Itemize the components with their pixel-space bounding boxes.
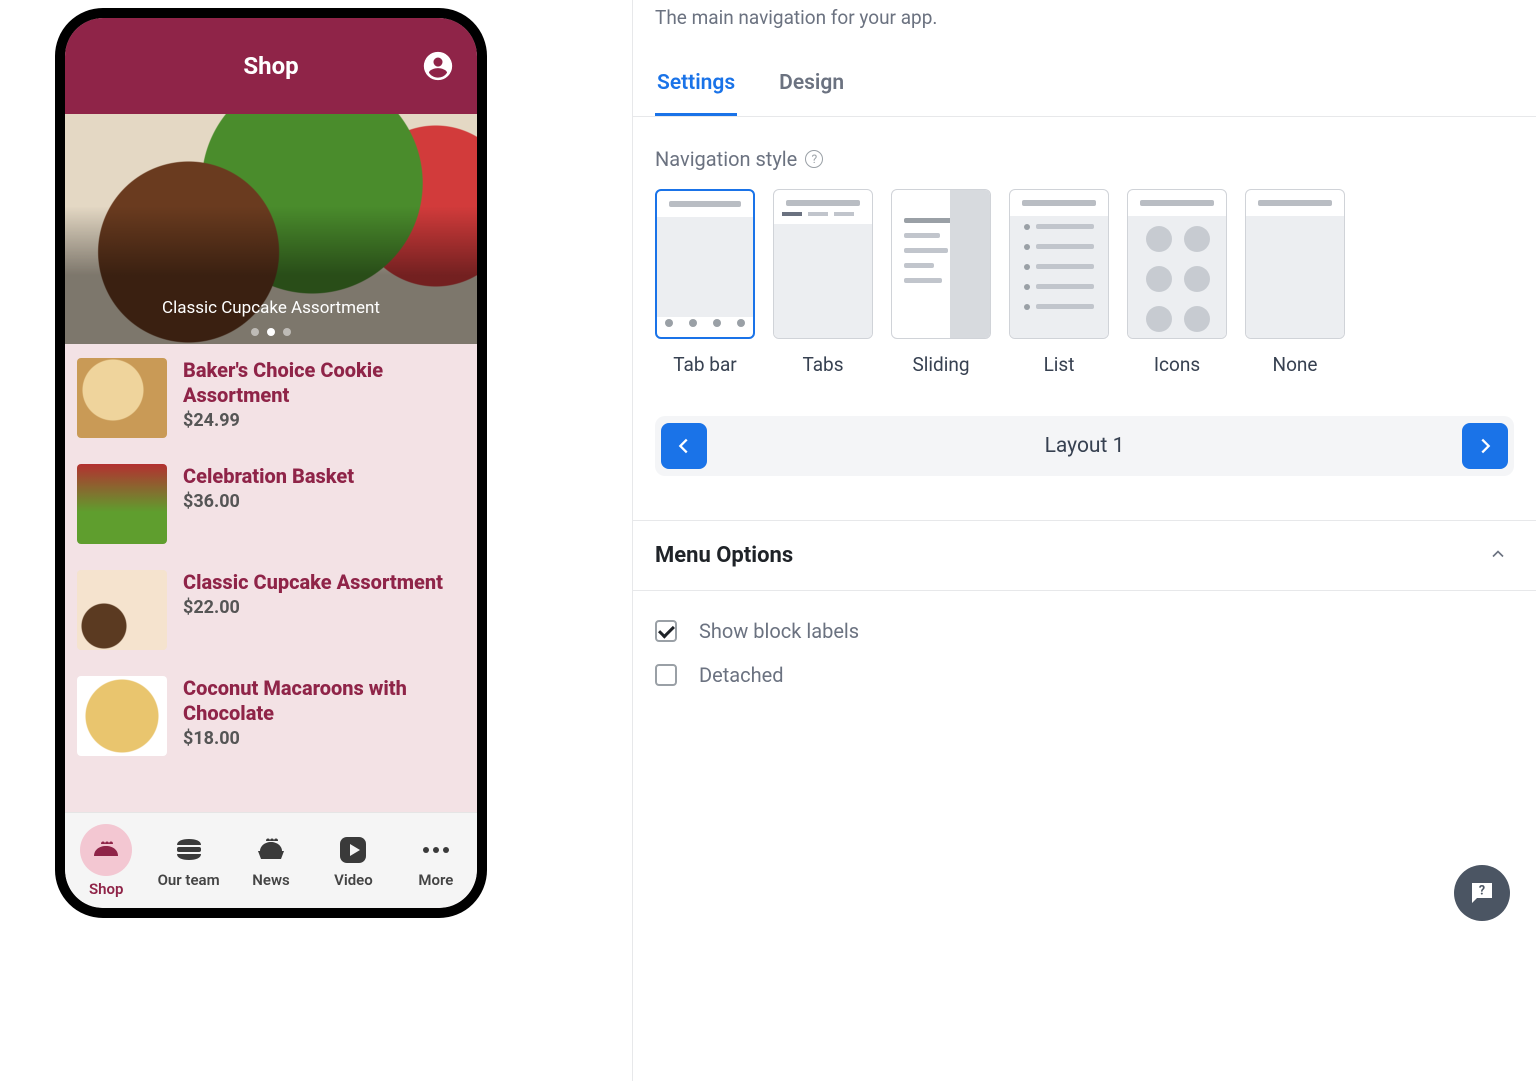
dots-icon <box>413 833 459 867</box>
layout-next-button[interactable] <box>1462 423 1508 469</box>
nav-style-options: Tab bar Tabs <box>633 175 1536 376</box>
nav-style-icons[interactable]: Icons <box>1127 189 1227 376</box>
nav-style-thumb <box>1009 189 1109 339</box>
pie-icon <box>248 833 294 867</box>
carousel-dots <box>65 328 477 336</box>
nav-style-label: Tabs <box>802 353 843 376</box>
nav-style-thumb <box>891 189 991 339</box>
settings-panel: The main navigation for your app. Settin… <box>632 0 1536 1081</box>
phone-preview-frame: Shop Classic Cupcake Assortment Baker's <box>55 8 487 918</box>
nav-style-tabs[interactable]: Tabs <box>773 189 873 376</box>
panel-tabs: Settings Design <box>633 61 1536 117</box>
nav-style-sliding[interactable]: Sliding <box>891 189 991 376</box>
hero-caption: Classic Cupcake Assortment <box>65 298 477 318</box>
product-item[interactable]: Coconut Macaroons with Chocolate $18.00 <box>77 676 465 756</box>
nav-style-label-text: Navigation style <box>655 147 797 171</box>
profile-icon[interactable] <box>421 49 455 83</box>
product-name: Coconut Macaroons with Chocolate <box>183 676 465 726</box>
nav-style-label: Sliding <box>912 353 969 376</box>
layout-selector: Layout 1 <box>655 416 1514 476</box>
app-header: Shop <box>65 18 477 114</box>
nav-style-thumb <box>655 189 755 339</box>
nav-style-thumb <box>1245 189 1345 339</box>
tab-label: Shop <box>89 880 123 898</box>
menu-options-body: Show block labels Detached <box>633 591 1536 715</box>
panel-description: The main navigation for your app. <box>633 0 1536 29</box>
help-icon[interactable]: ? <box>805 150 823 168</box>
tab-design[interactable]: Design <box>777 61 846 116</box>
nav-style-tab-bar[interactable]: Tab bar <box>655 189 755 376</box>
tab-video[interactable]: Video <box>312 813 394 908</box>
product-item[interactable]: Baker's Choice Cookie Assortment $24.99 <box>77 358 465 438</box>
option-detached[interactable]: Detached <box>655 663 1514 687</box>
preview-tabbar: Shop Our team News <box>65 812 477 908</box>
nav-style-label: List <box>1044 353 1075 376</box>
product-price: $24.99 <box>183 410 465 431</box>
product-item[interactable]: Celebration Basket $36.00 <box>77 464 465 544</box>
tab-our-team[interactable]: Our team <box>147 813 229 908</box>
carousel-dot[interactable] <box>251 328 259 336</box>
nav-style-none[interactable]: None <box>1245 189 1345 376</box>
carousel-dot[interactable] <box>283 328 291 336</box>
nav-style-thumb <box>1127 189 1227 339</box>
nav-style-label: Tab bar <box>673 353 736 376</box>
product-thumb <box>77 570 167 650</box>
nav-style-label: None <box>1273 353 1318 376</box>
tab-shop[interactable]: Shop <box>65 813 147 908</box>
help-chat-button[interactable]: ? <box>1454 865 1510 921</box>
product-thumb <box>77 358 167 438</box>
checkbox-unchecked-icon[interactable] <box>655 664 677 686</box>
checkbox-checked-icon[interactable] <box>655 620 677 642</box>
nav-style-thumb <box>773 189 873 339</box>
product-name: Classic Cupcake Assortment <box>183 570 443 595</box>
product-name: Baker's Choice Cookie Assortment <box>183 358 465 408</box>
option-label: Show block labels <box>699 619 859 643</box>
tab-settings[interactable]: Settings <box>655 61 737 116</box>
product-price: $36.00 <box>183 491 354 512</box>
product-name: Celebration Basket <box>183 464 354 489</box>
dish-icon <box>83 833 129 867</box>
nav-style-label: Navigation style ? <box>633 117 1536 175</box>
nav-style-list[interactable]: List <box>1009 189 1109 376</box>
product-price: $22.00 <box>183 597 443 618</box>
svg-text:?: ? <box>1479 883 1485 898</box>
product-thumb <box>77 676 167 756</box>
product-list[interactable]: Baker's Choice Cookie Assortment $24.99 … <box>65 344 477 812</box>
tab-label: News <box>252 871 289 889</box>
option-label: Detached <box>699 663 784 687</box>
burger-icon <box>166 833 212 867</box>
tab-news[interactable]: News <box>230 813 312 908</box>
product-price: $18.00 <box>183 728 465 749</box>
carousel-dot-active[interactable] <box>267 328 275 336</box>
layout-prev-button[interactable] <box>661 423 707 469</box>
tab-label: Our team <box>158 871 220 889</box>
layout-label: Layout 1 <box>1045 434 1125 458</box>
hero-carousel[interactable]: Classic Cupcake Assortment <box>65 114 477 344</box>
option-show-block-labels[interactable]: Show block labels <box>655 619 1514 643</box>
phone-screen: Shop Classic Cupcake Assortment Baker's <box>65 18 477 908</box>
tab-label: Video <box>334 871 373 889</box>
product-item[interactable]: Classic Cupcake Assortment $22.00 <box>77 570 465 650</box>
menu-options-title: Menu Options <box>655 543 793 568</box>
play-icon <box>330 833 376 867</box>
app-title: Shop <box>243 52 298 80</box>
nav-style-label: Icons <box>1154 353 1200 376</box>
menu-options-header[interactable]: Menu Options <box>633 520 1536 591</box>
chevron-up-icon <box>1488 544 1508 568</box>
tab-label: More <box>418 871 453 889</box>
product-thumb <box>77 464 167 544</box>
tab-more[interactable]: More <box>395 813 477 908</box>
